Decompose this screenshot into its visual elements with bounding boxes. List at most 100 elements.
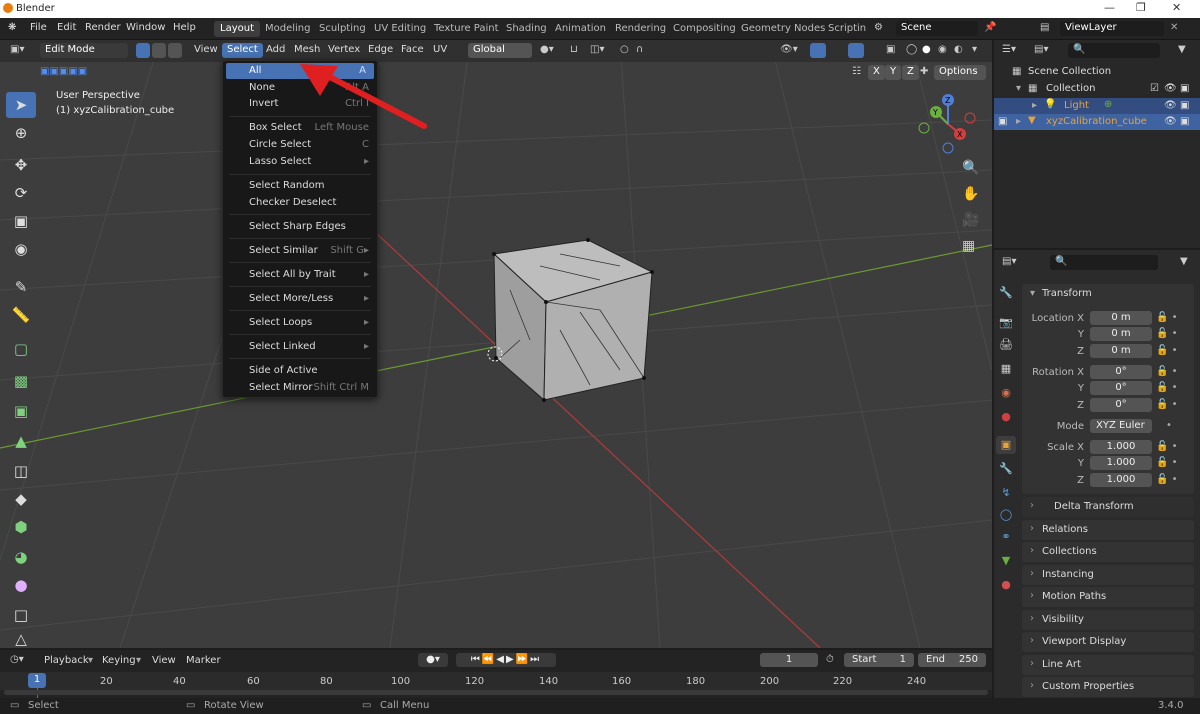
smooth-tool-icon[interactable]: ● xyxy=(6,572,36,598)
menu-file[interactable]: File xyxy=(30,22,47,33)
snap-target-icon[interactable]: ◫▾ xyxy=(590,44,604,55)
shrink-fatten-tool-icon[interactable]: △ xyxy=(6,630,36,648)
orientation-dropdown[interactable]: Global xyxy=(468,43,532,58)
properties-options-icon[interactable]: ▼ xyxy=(1180,256,1188,267)
menu-help[interactable]: Help xyxy=(173,22,196,33)
lock-icon[interactable]: 🔓 • xyxy=(1156,345,1178,356)
camera-icon[interactable]: ▣ xyxy=(1180,83,1189,94)
keyframe-dot-icon[interactable]: • xyxy=(1166,420,1172,431)
menu-render[interactable]: Render xyxy=(85,22,121,33)
view-layer-icon[interactable]: ▤ xyxy=(1040,22,1049,33)
scale-y-field[interactable]: 1.000 xyxy=(1090,456,1152,470)
menu-mesh[interactable]: Mesh xyxy=(294,44,320,55)
remove-view-layer-icon[interactable]: ✕ xyxy=(1170,22,1178,33)
axis-x-toggle[interactable]: X xyxy=(868,65,885,80)
outliner-collection[interactable]: Collection xyxy=(1046,83,1095,94)
axis-y-toggle[interactable]: Y xyxy=(885,65,902,80)
modifier-properties-icon[interactable]: 🔧 xyxy=(998,462,1014,478)
outliner-item-light[interactable]: Light xyxy=(1064,100,1089,111)
lock-icon[interactable]: 🔓 • xyxy=(1156,441,1178,452)
render-properties-icon[interactable]: 📷 xyxy=(998,316,1014,332)
lock-icon[interactable]: 🔓 • xyxy=(1156,382,1178,393)
overlay-toggle-icon[interactable] xyxy=(848,43,864,58)
tab-scripting[interactable]: Scripting xyxy=(822,21,866,37)
shading-material-icon[interactable]: ◉ xyxy=(938,44,947,55)
navigation-gizmo[interactable]: Z X Y xyxy=(912,90,988,160)
selection-mode-icons[interactable]: ▣▣▣▣▣ xyxy=(40,66,87,77)
tab-modeling[interactable]: Modeling xyxy=(259,21,317,37)
tab-geometry-nodes[interactable]: Geometry Nodes xyxy=(735,21,831,37)
timeline-menu-marker[interactable]: Marker xyxy=(186,655,221,666)
custom-properties-panel[interactable]: › Custom Properties xyxy=(1022,677,1194,697)
tool-properties-icon[interactable]: 🔧 xyxy=(998,286,1014,302)
tab-layout[interactable]: Layout xyxy=(214,21,260,37)
extrude-tool-icon[interactable]: ▩ xyxy=(6,368,36,394)
menu-item-select-random[interactable]: Select Random xyxy=(223,178,377,194)
timeline-scrollbar[interactable] xyxy=(4,690,988,695)
menu-item-select-all-by-trait[interactable]: Select All by Trait ▸ xyxy=(223,267,377,283)
editor-type-icon[interactable]: ▣▾ xyxy=(10,44,24,55)
viewport-3d[interactable] xyxy=(0,40,992,648)
menu-edge[interactable]: Edge xyxy=(368,44,393,55)
instancing-panel[interactable]: › Instancing xyxy=(1022,565,1194,585)
view-layer-properties-icon[interactable]: ▦ xyxy=(998,362,1014,378)
particles-properties-icon[interactable]: ↯ xyxy=(998,486,1014,502)
transform-collapse-icon[interactable]: ▾ xyxy=(1030,288,1035,299)
eye-icon[interactable]: 👁 xyxy=(1164,83,1177,94)
edge-slide-tool-icon[interactable]: □ xyxy=(6,602,36,628)
constraints-properties-icon[interactable]: ⚭ xyxy=(998,530,1014,546)
lock-icon[interactable]: 🔓 • xyxy=(1156,328,1178,339)
scene-icon[interactable]: ⚙ xyxy=(874,22,883,33)
zoom-icon[interactable]: 🔍 xyxy=(962,160,979,176)
tab-shading[interactable]: Shading xyxy=(500,21,553,37)
lock-icon[interactable]: 🔓 • xyxy=(1156,399,1178,410)
menu-uv[interactable]: UV xyxy=(433,44,447,55)
chevron-down-icon[interactable]: ▾ xyxy=(88,655,93,666)
shading-wireframe-icon[interactable]: ◯ xyxy=(906,44,917,55)
menu-item-select-sharp-edges[interactable]: Select Sharp Edges xyxy=(223,219,377,235)
scale-tool-icon[interactable]: ▣ xyxy=(6,208,36,234)
loop-cut-tool-icon[interactable]: ◫ xyxy=(6,458,36,484)
eye-icon[interactable]: 👁 xyxy=(1164,100,1177,111)
menu-edit[interactable]: Edit xyxy=(57,22,76,33)
menu-select[interactable]: Select xyxy=(222,43,263,58)
shading-solid-icon[interactable]: ● xyxy=(922,44,931,55)
playback-controls[interactable]: ⏮⏪◀▶⏩⏭ xyxy=(456,653,556,667)
physics-properties-icon[interactable]: ◯ xyxy=(998,508,1014,524)
view-layer-field[interactable]: ViewLayer xyxy=(1060,21,1164,36)
collection-expand-icon[interactable]: ▾ xyxy=(1016,83,1021,94)
face-select-mode-icon[interactable] xyxy=(168,43,182,58)
menu-window[interactable]: Window xyxy=(126,22,165,33)
location-x-field[interactable]: 0 m xyxy=(1090,311,1152,325)
relations-panel[interactable]: › Relations xyxy=(1022,520,1194,540)
transform-header[interactable]: Transform xyxy=(1042,288,1092,299)
location-z-field[interactable]: 0 m xyxy=(1090,344,1152,358)
tab-sculpting[interactable]: Sculpting xyxy=(313,21,372,37)
edge-select-mode-icon[interactable] xyxy=(152,43,166,58)
tab-compositing[interactable]: Compositing xyxy=(667,21,742,37)
tab-rendering[interactable]: Rendering xyxy=(609,21,672,37)
pin-icon[interactable]: 📌 xyxy=(984,22,996,33)
tab-animation[interactable]: Animation xyxy=(549,21,612,37)
outliner-filter-icon[interactable]: ▤▾ xyxy=(1034,44,1048,55)
pivot-icon[interactable]: ●▾ xyxy=(540,44,554,55)
knife-tool-icon[interactable]: ◆ xyxy=(6,486,36,512)
inset-tool-icon[interactable]: ▣ xyxy=(6,398,36,424)
end-frame-field[interactable]: End 250 xyxy=(918,653,986,667)
measure-tool-icon[interactable]: 📏 xyxy=(6,302,36,328)
properties-search-input[interactable]: 🔍 xyxy=(1050,255,1158,270)
scene-properties-icon[interactable]: ◉ xyxy=(998,386,1014,402)
mesh-symmetry-icon[interactable]: ✚ xyxy=(920,66,928,77)
visibility-panel[interactable]: › Visibility xyxy=(1022,610,1194,630)
vertex-select-mode-icon[interactable] xyxy=(136,43,150,58)
rotation-z-field[interactable]: 0° xyxy=(1090,398,1152,412)
location-y-field[interactable]: 0 m xyxy=(1090,327,1152,341)
record-button[interactable]: ●▾ xyxy=(418,653,448,667)
outliner-editor-icon[interactable]: ☰▾ xyxy=(1002,44,1016,55)
shading-rendered-icon[interactable]: ◐ xyxy=(954,44,963,55)
menu-item-select-mirror[interactable]: Select Mirror Shift Ctrl M xyxy=(223,380,377,396)
pan-hand-icon[interactable]: ✋ xyxy=(962,186,979,202)
stopwatch-icon[interactable]: ⏱ xyxy=(826,654,834,665)
lock-icon[interactable]: 🔓 • xyxy=(1156,474,1178,485)
object-properties-icon[interactable]: ▣ xyxy=(998,438,1014,454)
